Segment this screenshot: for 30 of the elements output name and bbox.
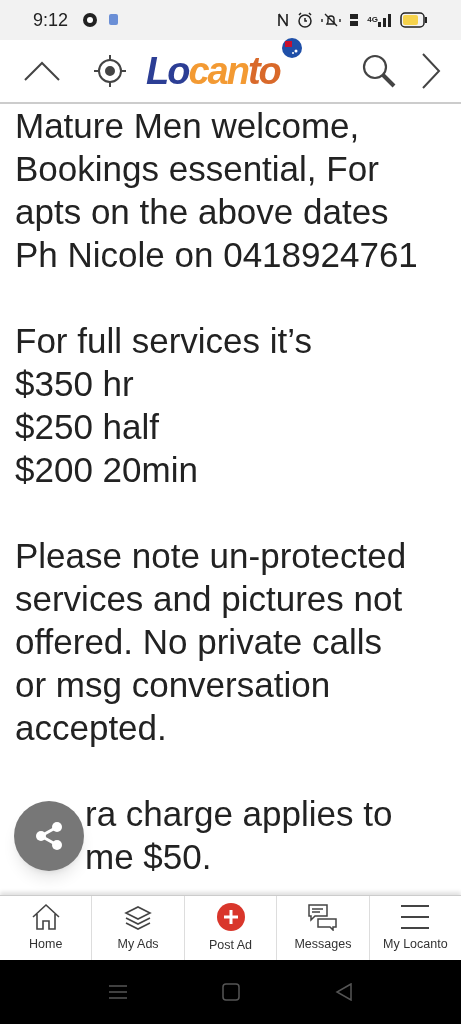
alarm-icon [297, 12, 314, 28]
muted-bell-icon [321, 13, 342, 27]
logo[interactable]: Locanto [146, 52, 280, 90]
chat-bubbles-icon [306, 902, 339, 931]
logo-text: Lo [146, 52, 189, 90]
home-icon[interactable] [221, 983, 240, 1001]
logo-text: to [247, 52, 280, 90]
signal-icon [378, 13, 392, 27]
nav-tab[interactable]: Home [0, 896, 92, 960]
battery-icon [400, 12, 428, 28]
status-time: 9:12 [33, 8, 69, 32]
ad-paragraph: Please note un-protected services and pictures not offered. No private calls or msg conversation accepted. [15, 535, 408, 749]
share-icon [34, 821, 64, 851]
search-icon [361, 53, 397, 89]
back-icon[interactable] [334, 983, 353, 1001]
home-icon [30, 902, 61, 931]
flag-icon [281, 38, 302, 58]
chevron-up-icon [24, 61, 60, 81]
ad-paragraph: ra charge applies to me $50. [85, 793, 394, 878]
chevron-right-icon [421, 53, 441, 89]
ad-paragraph: Mature Men welcome, Bookings essential, For apts on the above dates Ph Nicole on 0418924761 [15, 105, 419, 276]
ad-paragraph: For full services it’s $350 hr $250 half $200 20min [15, 320, 313, 491]
share-button[interactable] [14, 801, 84, 871]
nfc-icon [277, 12, 290, 28]
plus-icon [215, 901, 246, 932]
menu-icon [400, 902, 431, 931]
logo-text: can [188, 52, 248, 90]
crosshair-icon [93, 54, 127, 88]
network-type: 4G [367, 16, 378, 24]
next-button[interactable] [419, 51, 443, 91]
